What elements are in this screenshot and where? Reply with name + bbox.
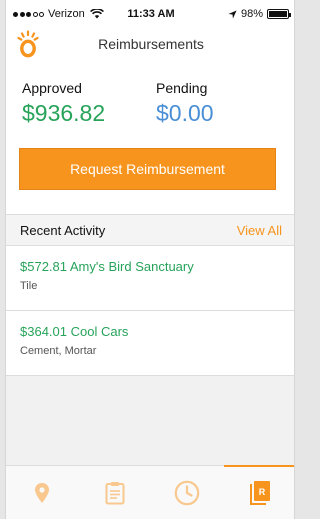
- battery-fill: [269, 11, 287, 17]
- tab-badge-letter: R: [259, 487, 266, 497]
- tab-locations[interactable]: [6, 466, 79, 519]
- pending-label: Pending: [156, 80, 208, 96]
- activity-item[interactable]: $572.81 Amy's Bird Sanctuary Tile: [6, 246, 294, 311]
- location-pin-icon: [35, 482, 50, 503]
- tab-timesheets[interactable]: [151, 466, 224, 519]
- approved-amount: $936.82: [22, 100, 106, 126]
- tab-reimbursements[interactable]: R: [223, 465, 294, 519]
- request-reimbursement-button[interactable]: Request Reimbursement: [19, 148, 276, 190]
- phone-screen: Verizon 11:33 AM 98% Reimbursements Appr…: [5, 0, 295, 519]
- tab-bar: R: [6, 465, 294, 519]
- clipboard-icon: [105, 481, 125, 504]
- location-arrow-icon: [228, 9, 237, 19]
- activity-item-title: $364.01 Cool Cars: [20, 324, 129, 339]
- reimbursement-docs-icon: R: [249, 480, 270, 505]
- pending-stat: Pending $0.00: [156, 80, 214, 127]
- approved-stat: Approved $936.82: [22, 80, 105, 127]
- app-header: Reimbursements: [6, 26, 294, 62]
- recent-activity-header: Recent Activity View All: [6, 214, 294, 246]
- activity-item-subtitle: Tile: [20, 280, 38, 292]
- recent-activity-title: Recent Activity: [20, 223, 106, 238]
- status-bar: Verizon 11:33 AM 98%: [6, 0, 294, 26]
- summary-panel: Approved $936.82 Pending $0.00 Request R…: [6, 62, 294, 214]
- activity-item-title: $572.81 Amy's Bird Sanctuary: [20, 259, 194, 274]
- tab-jobs[interactable]: [79, 466, 152, 519]
- page-title: Reimbursements: [98, 36, 204, 52]
- activity-list: $572.81 Amy's Bird Sanctuary Tile $364.0…: [6, 246, 294, 376]
- battery-icon: [267, 9, 291, 19]
- activity-item-subtitle: Cement, Mortar: [20, 345, 97, 357]
- clock-icon: [174, 480, 200, 505]
- battery-percent: 98%: [240, 8, 263, 20]
- view-all-link[interactable]: View All: [237, 223, 282, 238]
- approved-label: Approved: [22, 80, 82, 96]
- pending-amount: $0.00: [156, 100, 214, 126]
- activity-item[interactable]: $364.01 Cool Cars Cement, Mortar: [6, 311, 294, 376]
- status-right: 98%: [228, 8, 291, 20]
